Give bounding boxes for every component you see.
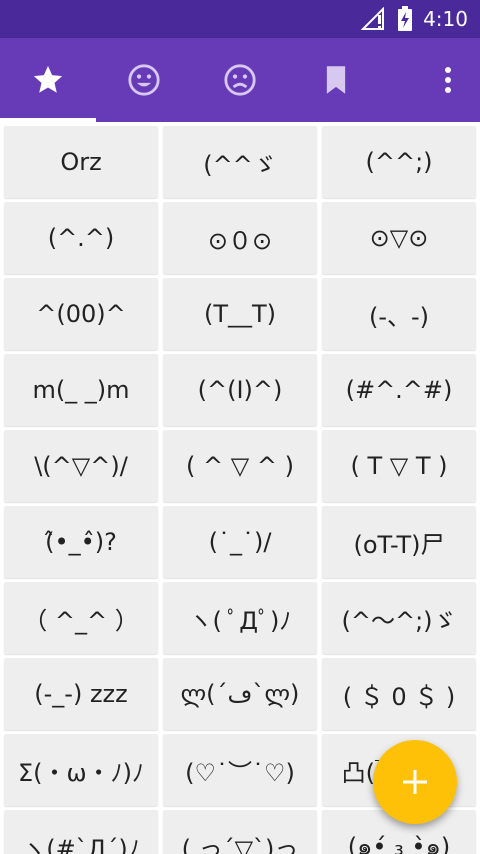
bookmark-icon (326, 66, 346, 94)
smiley-icon (128, 64, 160, 96)
add-fab-button[interactable] (373, 740, 457, 824)
emoticon-cell[interactable]: (^^;) (322, 126, 476, 198)
tab-favorites[interactable] (0, 38, 96, 122)
emoticon-cell[interactable]: \(^▽^)/ (4, 430, 158, 502)
emoticon-cell[interactable]: ( っ´▽`)っ (163, 810, 317, 854)
emoticon-cell[interactable]: (˙_˙)/ (163, 506, 317, 578)
tab-sad[interactable] (192, 38, 288, 122)
status-bar: 4:10 (0, 0, 480, 38)
emoticon-cell[interactable]: ヽ( ﾟДﾟ)ﾉ (163, 582, 317, 654)
tab-bookmarks[interactable] (288, 38, 384, 122)
emoticon-cell[interactable]: ( T ▽ T ) (322, 430, 476, 502)
battery-icon (398, 6, 413, 31)
sad-face-icon (224, 64, 256, 96)
more-vert-icon (445, 67, 451, 93)
emoticon-cell[interactable]: (̂•_•̂)? (4, 506, 158, 578)
emoticon-cell[interactable]: ⊙▽⊙ (322, 202, 476, 274)
emoticon-cell[interactable]: (^～^;)ゞ (322, 582, 476, 654)
emoticon-cell[interactable]: (^^ゞ (163, 126, 317, 198)
emoticon-cell[interactable]: (^.^) (4, 202, 158, 274)
emoticon-cell[interactable]: ^(00)^ (4, 278, 158, 350)
tab-happy[interactable] (96, 38, 192, 122)
emoticon-cell[interactable]: (T__T) (163, 278, 317, 350)
emoticon-cell[interactable]: ( ＄ 0 ＄ ) (322, 658, 476, 730)
emoticon-cell[interactable]: Orz (4, 126, 158, 198)
signal-icon (361, 7, 385, 30)
emoticon-cell[interactable]: (#^.^#) (322, 354, 476, 426)
emoticon-cell[interactable]: ヽ(#`Д´)ﾉ (4, 810, 158, 854)
emoticon-cell[interactable]: (♡˙︶˙♡) (163, 734, 317, 806)
overflow-menu-button[interactable] (416, 38, 480, 122)
emoticon-cell[interactable]: (oT-T)尸 (322, 506, 476, 578)
emoticon-cell[interactable]: Σ(・ω・ﾉ)ﾉ (4, 734, 158, 806)
star-icon (33, 65, 63, 93)
emoticon-cell[interactable]: (-_-) zzz (4, 658, 158, 730)
emoticon-cell[interactable]: (-、-) (322, 278, 476, 350)
app-bar (0, 38, 480, 122)
emoticon-cell[interactable]: m(_ _)m (4, 354, 158, 426)
emoticon-cell[interactable]: (^(I)^) (163, 354, 317, 426)
emoticon-cell[interactable]: ⊙０⊙ (163, 202, 317, 274)
emoticon-cell[interactable]: ( ^ ▽ ^ ) (163, 430, 317, 502)
emoticon-cell[interactable]: ლ(´ڡ`ლ) (163, 658, 317, 730)
add-icon (403, 770, 427, 794)
status-time: 4:10 (423, 7, 468, 31)
emoticon-cell[interactable]: （ ^_^ ） (4, 582, 158, 654)
